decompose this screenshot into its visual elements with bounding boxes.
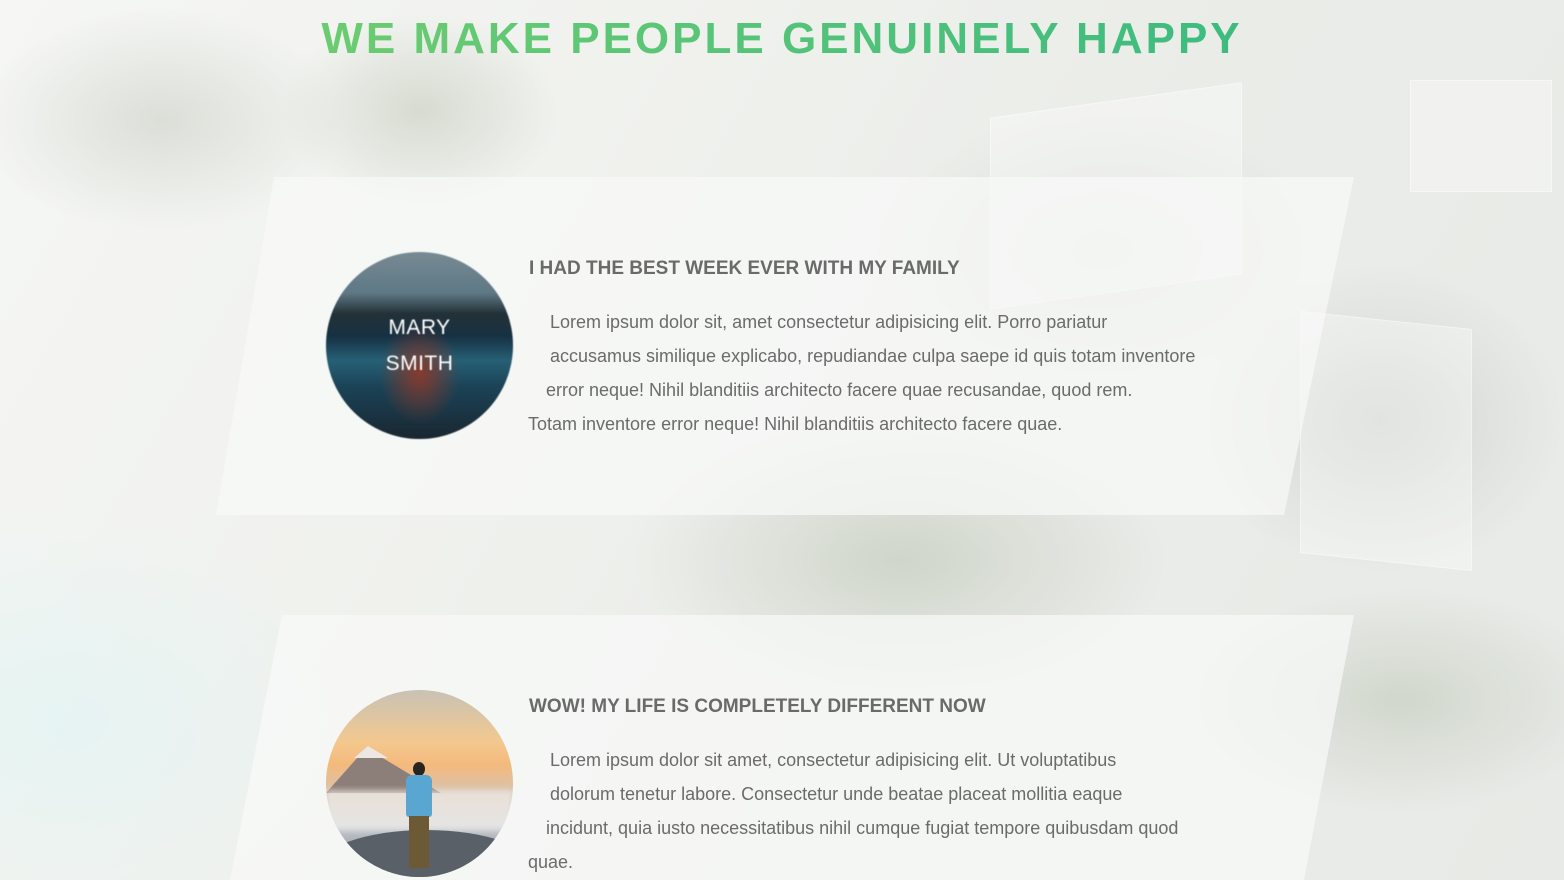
testimonial-heading: WOW! MY LIFE IS COMPLETELY DIFFERENT NOW: [529, 696, 986, 717]
avatar: MARY SMITH: [326, 252, 513, 439]
person-torso: [406, 775, 432, 817]
page-title: WE MAKE PEOPLE GENUINELY HAPPY: [0, 14, 1564, 64]
testimonial-text-line: Lorem ipsum dolor sit amet, consectetur …: [550, 750, 1117, 770]
testimonial-text: Lorem ipsum dolor sit, amet consectetur …: [528, 305, 1258, 441]
avatar-mountain-snow: [354, 746, 388, 758]
testimonial-text-line: error neque! Nihil blanditiis architecto…: [546, 380, 1133, 400]
testimonial-text-line: quae.: [528, 852, 574, 872]
avatar: [326, 690, 513, 877]
avatar-name: MARY SMITH: [326, 310, 513, 382]
avatar-name-first: MARY: [388, 316, 451, 339]
testimonial-text-line: accusamus similique explicabo, repudiand…: [550, 346, 1196, 366]
person-legs: [409, 816, 429, 868]
person-head: [413, 762, 425, 776]
avatar-name-last: SMITH: [385, 352, 454, 375]
testimonial-text-line: Totam inventore error neque! Nihil bland…: [528, 414, 1063, 434]
testimonial-text-line: dolorum tenetur labore. Consectetur unde…: [550, 784, 1123, 804]
testimonial-heading: I HAD THE BEST WEEK EVER WITH MY FAMILY: [529, 258, 960, 279]
testimonial-text-line: incidunt, quia iusto necessitatibus nihi…: [546, 818, 1179, 838]
testimonial-text-line: Lorem ipsum dolor sit, amet consectetur …: [550, 312, 1108, 332]
page: WE MAKE PEOPLE GENUINELY HAPPY MARY SMIT…: [0, 0, 1564, 880]
testimonial-text: Lorem ipsum dolor sit amet, consectetur …: [528, 743, 1258, 879]
avatar-person: [404, 762, 434, 877]
